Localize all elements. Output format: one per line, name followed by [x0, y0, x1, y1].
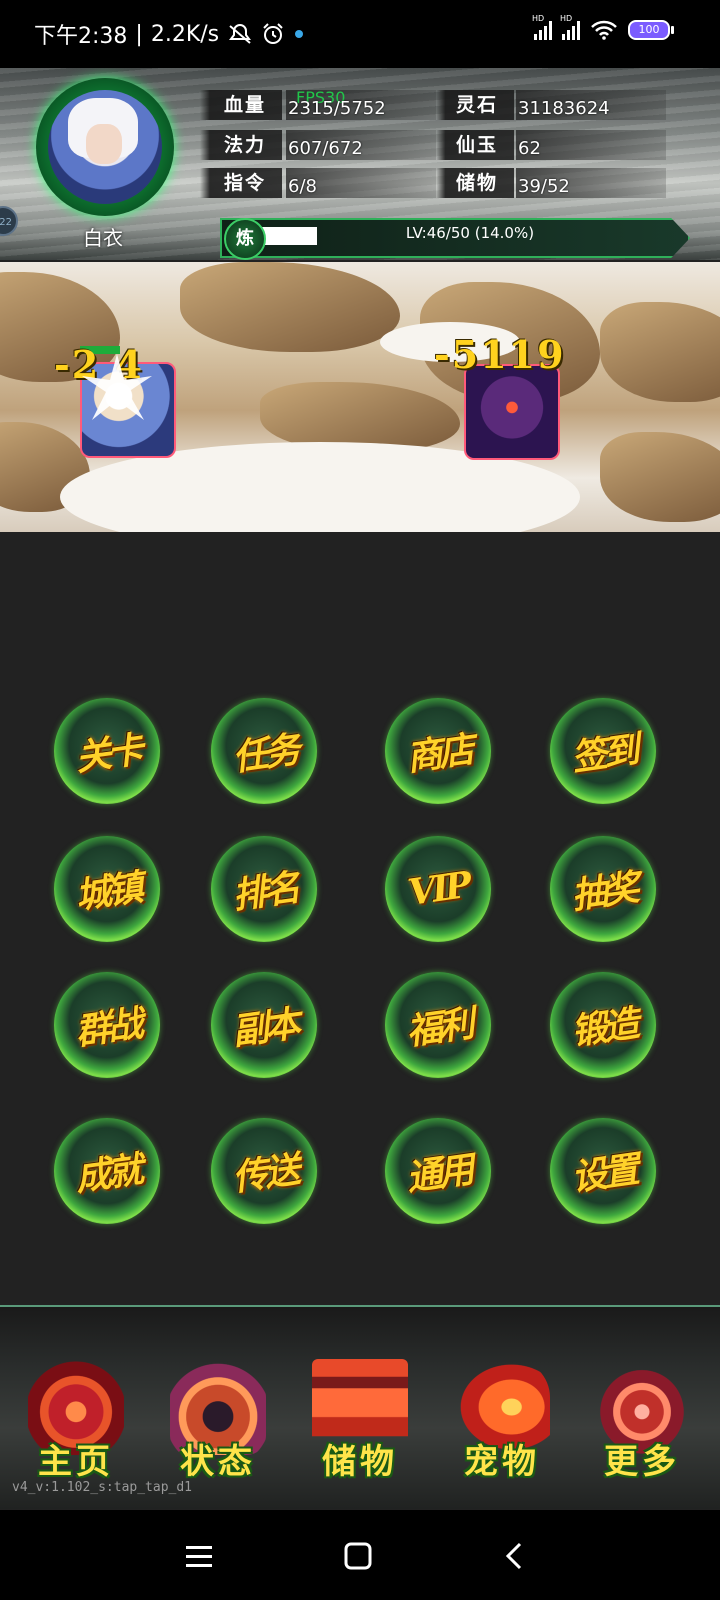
menu-group-battle-button[interactable]: 群战 [54, 972, 160, 1078]
menu-label: 商店 [403, 728, 474, 780]
nav-storage-button[interactable]: 储物 [304, 1359, 416, 1489]
menu-label: 排名 [229, 866, 300, 918]
menu-icon[interactable] [180, 1540, 220, 1572]
status-right: HD HD 100 [532, 14, 674, 40]
enemy-damage-text: -5119 [434, 332, 566, 377]
net-speed: 2.2K/s [150, 21, 220, 47]
storage-label: 储物 [436, 168, 515, 198]
menu-label: 签到 [568, 728, 639, 780]
menu-stage-button[interactable]: 关卡 [54, 698, 160, 804]
menu-label: 群战 [72, 1002, 143, 1054]
rock [600, 432, 720, 522]
enemy-portrait[interactable] [464, 364, 560, 460]
nav-label: 宠物 [464, 1442, 540, 1482]
menu-label: 抽奖 [568, 866, 639, 918]
cmd-value: 6/8 [288, 176, 317, 197]
storage-value: 39/52 [518, 176, 570, 197]
cultivation-progress-fill [262, 227, 317, 245]
version-text: v4_v:1.102_s:tap_tap_d1 [12, 1480, 193, 1495]
menu-dungeon-button[interactable]: 副本 [211, 972, 317, 1078]
battery-icon: 100 [628, 20, 674, 40]
bottom-nav: 主页 状态 储物 宠物 更多 [0, 1307, 720, 1509]
signal-label: HD [532, 14, 545, 23]
signal-label: HD [560, 14, 573, 23]
menu-label: 城镇 [72, 866, 143, 918]
system-nav-bar [0, 1510, 720, 1600]
cultivation-level-text: LV:46/50 (14.0%) [405, 224, 535, 242]
status-left: 下午2:38 | 2.2K/s [34, 18, 305, 50]
menu-label: 关卡 [72, 728, 143, 780]
battle-scene: -2 4 -5119 [0, 262, 720, 532]
menu-label: 成就 [72, 1148, 143, 1200]
rock [180, 262, 400, 352]
menu-settings-button[interactable]: 设置 [550, 1118, 656, 1224]
menu-label: 福利 [403, 1002, 474, 1054]
battery-level: 100 [638, 23, 660, 36]
menu-teleport-button[interactable]: 传送 [211, 1118, 317, 1224]
menu-shop-button[interactable]: 商店 [385, 698, 491, 804]
menu-achievement-button[interactable]: 成就 [54, 1118, 160, 1224]
menu-forge-button[interactable]: 锻造 [550, 972, 656, 1078]
immortal-jade-value: 62 [518, 138, 541, 159]
rock [600, 302, 720, 402]
status-bar: 下午2:38 | 2.2K/s HD HD 100 [0, 0, 720, 68]
menu-town-button[interactable]: 城镇 [54, 836, 160, 942]
menu-label: 锻造 [568, 1002, 639, 1054]
nav-pet-button[interactable]: 宠物 [446, 1359, 558, 1489]
side-badge[interactable]: 22 [0, 206, 18, 236]
menu-task-button[interactable]: 任务 [211, 698, 317, 804]
mp-label: 法力 [200, 130, 283, 160]
cmd-label: 指令 [200, 168, 283, 198]
menu-welfare-button[interactable]: 福利 [385, 972, 491, 1078]
hit-flash-icon [82, 354, 152, 420]
player-header: 白衣 22 血量 FPS30 2315/5752 法力 607/672 指令 6… [0, 68, 720, 260]
menu-lottery-button[interactable]: 抽奖 [550, 836, 656, 942]
hp-value: 2315/5752 [288, 98, 386, 119]
player-name: 白衣 [83, 226, 123, 250]
menu-general-button[interactable]: 通用 [385, 1118, 491, 1224]
nav-label: 更多 [604, 1442, 680, 1482]
nav-label: 储物 [322, 1442, 398, 1482]
wifi-icon [591, 20, 617, 40]
back-icon[interactable] [494, 1540, 534, 1572]
signal-icon: HD [560, 14, 580, 40]
menu-label: 传送 [229, 1148, 300, 1200]
menu-label: 通用 [403, 1148, 474, 1200]
menu-label: 设置 [568, 1148, 639, 1200]
spirit-stone-label: 灵石 [436, 90, 515, 120]
mp-value: 607/672 [288, 138, 363, 159]
nav-home-button[interactable]: 主页 [20, 1359, 132, 1489]
hp-label: 血量 [200, 90, 283, 120]
nav-label: 状态 [180, 1442, 256, 1482]
immortal-jade-label: 仙玉 [436, 130, 515, 160]
menu-label: 副本 [229, 1002, 300, 1054]
spirit-stone-value: 31183624 [518, 98, 610, 119]
signal-icon: HD [532, 14, 552, 40]
alarm-icon [263, 23, 283, 44]
nav-status-button[interactable]: 状态 [162, 1359, 274, 1489]
cultivation-badge[interactable]: 炼 [224, 218, 266, 260]
menu-checkin-button[interactable]: 签到 [550, 698, 656, 804]
menu-label: 任务 [229, 728, 300, 780]
mute-icon [229, 24, 252, 44]
status-separator: | [135, 21, 143, 47]
menu-vip-button[interactable]: VIP [385, 836, 491, 942]
menu-label: VIP [405, 864, 471, 914]
avatar[interactable] [48, 90, 162, 204]
nav-more-button[interactable]: 更多 [586, 1359, 698, 1489]
menu-ranking-button[interactable]: 排名 [211, 836, 317, 942]
home-icon[interactable] [338, 1540, 378, 1572]
app-dot-icon [295, 30, 304, 38]
status-time: 下午2:38 [34, 24, 128, 49]
nav-label: 主页 [38, 1442, 114, 1482]
